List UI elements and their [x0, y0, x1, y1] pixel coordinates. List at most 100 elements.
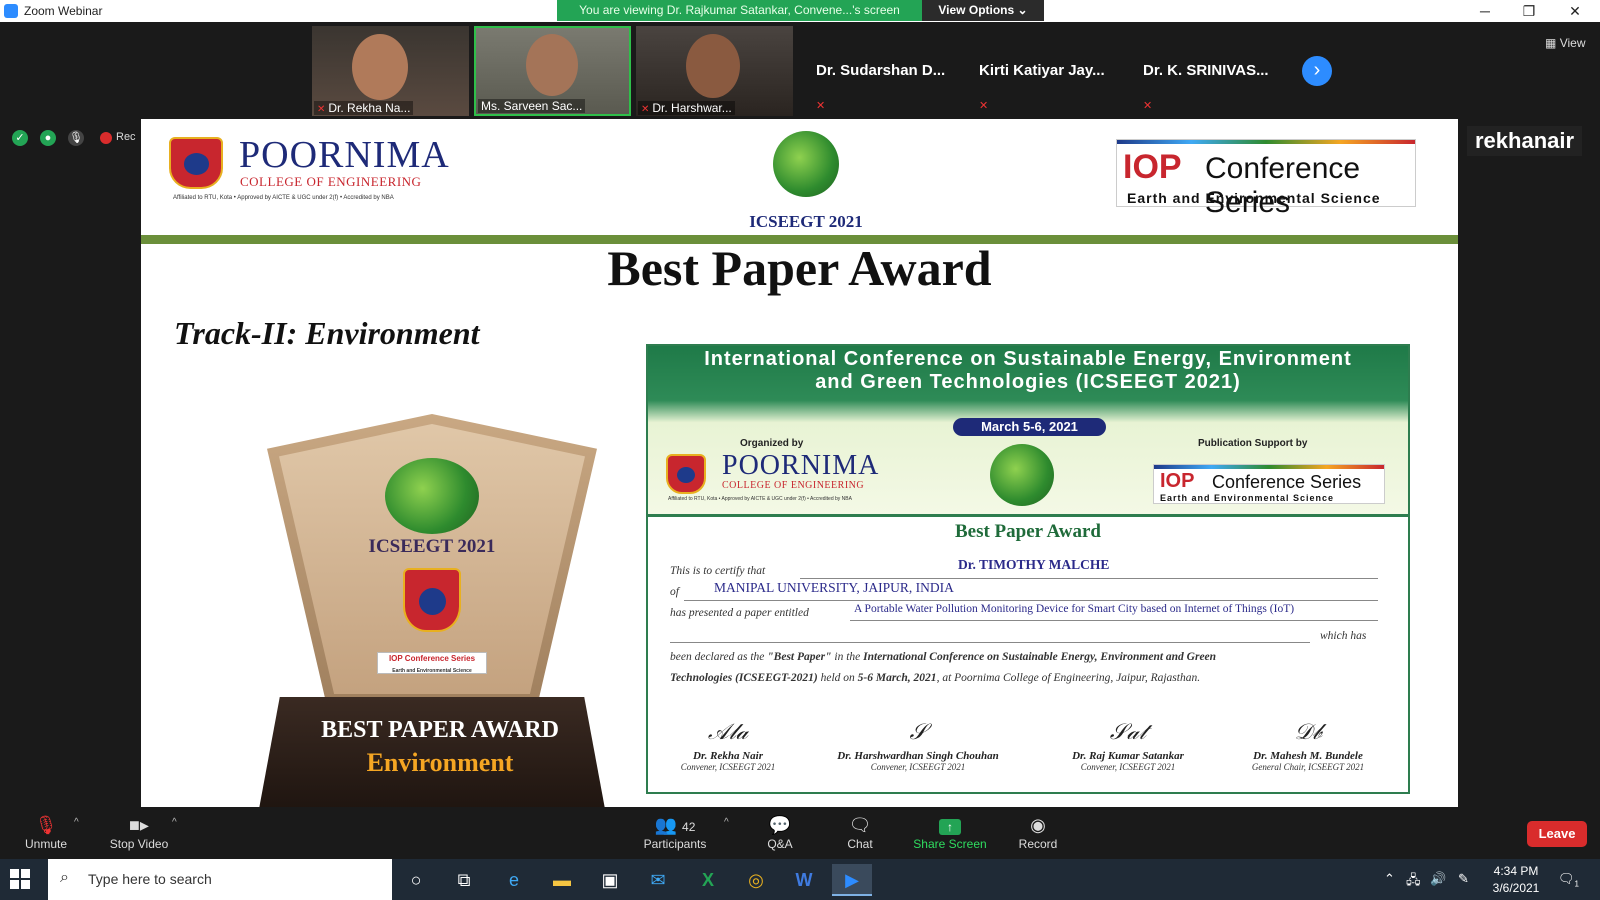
- muted-mic-icon: 🎙: [34, 815, 58, 835]
- college-affiliation: Affiliated to RTU, Kota • Approved by AI…: [173, 195, 394, 201]
- windows-start-icon[interactable]: [10, 869, 30, 889]
- leave-button[interactable]: Leave: [1527, 821, 1587, 847]
- participant-name: Kirti Katiyar Jay...: [979, 62, 1105, 79]
- college-name: POORNIMA: [239, 134, 450, 176]
- view-options-button[interactable]: View Options ⌄: [922, 0, 1044, 21]
- cortana-icon[interactable]: ○: [396, 864, 436, 896]
- microphone-icon[interactable]: 🎙: [68, 130, 84, 146]
- conference-short-name: ICSEEGT 2021: [749, 212, 863, 231]
- next-page-arrow-icon[interactable]: ›: [1302, 56, 1332, 86]
- trophy-image: ICSEEGT 2021 IOP Conference Series Earth …: [259, 414, 605, 807]
- declaration-line-2: Technologies (ICSEEGT-2021) held on 5-6 …: [670, 672, 1201, 684]
- word-icon[interactable]: W: [784, 864, 824, 896]
- record-button[interactable]: ◉ Record: [1018, 813, 1058, 851]
- windows-taskbar: ⌕ Type here to search ○ ⧉ e ▬ ▣ ✉ X ◎ W …: [0, 859, 1600, 900]
- search-placeholder: Type here to search: [88, 871, 212, 887]
- muted-mic-icon: ✕: [641, 104, 650, 115]
- store-icon[interactable]: ▣: [590, 864, 630, 896]
- volume-icon[interactable]: 🔊: [1430, 871, 1446, 887]
- certify-text: This is to certify that: [670, 565, 766, 577]
- video-options-caret[interactable]: ^: [172, 817, 177, 828]
- name-tile[interactable]: Kirti Katiyar Jay... ✕: [969, 26, 1126, 116]
- publication-support-label: Publication Support by: [1198, 438, 1308, 449]
- participant-name: Dr. K. SRINIVAS...: [1143, 62, 1269, 79]
- participant-count: 42: [682, 820, 696, 834]
- name-tile[interactable]: Dr. Sudarshan D... ✕: [806, 26, 963, 116]
- signature-image: 𝒮: [909, 720, 927, 745]
- edge-browser-icon[interactable]: e: [494, 864, 534, 896]
- participant-strip: [0, 22, 1600, 118]
- encryption-shield-icon[interactable]: ✓: [12, 130, 28, 146]
- poornima-crest-icon: [403, 568, 461, 632]
- tray-overflow-icon[interactable]: ⌃: [1384, 871, 1395, 887]
- window-title: Zoom Webinar: [24, 4, 103, 18]
- shared-screen: rekhanair POORNIMA COLLEGE OF ENGINEERIN…: [141, 119, 1458, 807]
- name-tile[interactable]: Dr. K. SRINIVAS... ✕: [1133, 26, 1290, 116]
- certificate-conference-name: International Conference on Sustainable …: [704, 348, 1352, 393]
- video-camera-icon: ■▸: [129, 815, 149, 835]
- stop-video-button[interactable]: ■▸ Stop Video: [104, 813, 174, 851]
- taskbar-clock[interactable]: 4:34 PM 3/6/2021: [1488, 863, 1544, 897]
- excel-icon[interactable]: X: [688, 864, 728, 896]
- close-button[interactable]: ✕: [1560, 2, 1590, 20]
- network-icon[interactable]: 🖧: [1406, 871, 1421, 893]
- muted-mic-icon: ✕: [1143, 100, 1153, 112]
- minimize-button[interactable]: ─: [1470, 2, 1500, 20]
- participants-button[interactable]: 👥 42 Participants: [640, 813, 710, 851]
- participants-options-caret[interactable]: ^: [724, 817, 729, 828]
- task-view-icon[interactable]: ⧉: [444, 864, 484, 896]
- signature-image: 𝒮𝒶𝓉: [1109, 720, 1147, 745]
- paper-title: A Portable Water Pollution Monitoring De…: [854, 603, 1295, 615]
- restore-button[interactable]: ❐: [1514, 2, 1544, 20]
- signature-image: 𝒟𝒷: [1294, 720, 1322, 745]
- cert-college-name: POORNIMA: [722, 450, 880, 481]
- mail-icon[interactable]: ✉: [638, 864, 678, 896]
- recipient-name: Dr. TIMOTHY MALCHE: [958, 557, 1110, 572]
- view-options-label: View Options: [938, 3, 1015, 17]
- qa-icon: 💬: [768, 815, 792, 835]
- video-tile[interactable]: ✕ Dr. Rekha Na...: [312, 26, 469, 116]
- cert-iop-logo: IOP Conference Series Earth and Environm…: [1153, 464, 1385, 504]
- globe-logo-icon: [385, 458, 479, 534]
- which-has-text: which has: [1320, 630, 1367, 642]
- sharer-name-tag: rekhanair: [1467, 126, 1583, 156]
- pen-icon[interactable]: ✎: [1458, 871, 1469, 887]
- of-text: of: [670, 586, 679, 598]
- signature-block: 𝒟𝒷 Dr. Mahesh M. Bundele General Chair, …: [1218, 716, 1398, 772]
- participants-icon: 👥: [654, 815, 678, 835]
- signature-block: 𝒮 Dr. Harshwardhan Singh Chouhan Convene…: [828, 716, 1008, 772]
- recipient-institution: MANIPAL UNIVERSITY, JAIPUR, INDIA: [714, 580, 954, 595]
- search-icon: ⌕: [60, 869, 69, 886]
- poornima-crest-icon: [169, 137, 223, 189]
- trophy-iop-logo: IOP Conference Series Earth and Environme…: [377, 652, 487, 674]
- trophy-track-text: Environment: [366, 748, 514, 777]
- unmute-button[interactable]: 🎙 Unmute: [20, 813, 72, 851]
- participant-video: [352, 34, 408, 100]
- cert-college-subtitle: COLLEGE OF ENGINEERING: [722, 480, 865, 491]
- view-layout-button[interactable]: ▦ View: [1545, 36, 1585, 50]
- trophy-conference-name: ICSEEGT 2021: [368, 536, 496, 557]
- signature-block: 𝒜𝓁𝒶 Dr. Rekha Nair Convener, ICSEEGT 202…: [648, 716, 818, 772]
- audio-options-caret[interactable]: ^: [74, 817, 79, 828]
- qa-button[interactable]: 💬 Q&A: [760, 813, 800, 851]
- connection-status-icon[interactable]: ●: [40, 130, 56, 146]
- share-screen-button[interactable]: ↑ Share Screen: [910, 813, 990, 851]
- presented-text: has presented a paper entitled: [670, 607, 809, 619]
- recording-dot-icon: [100, 132, 112, 144]
- chat-button[interactable]: 🗨 Chat: [840, 813, 880, 851]
- globe-logo-icon: [773, 131, 839, 197]
- chevron-down-icon: ⌄: [1017, 3, 1028, 17]
- taskbar-search-input[interactable]: ⌕ Type here to search: [48, 859, 392, 900]
- signature-block: 𝒮𝒶𝓉 Dr. Raj Kumar Satankar Convener, ICS…: [1038, 716, 1218, 772]
- certificate-date-pill: March 5-6, 2021: [953, 418, 1106, 436]
- declaration-line-1: been declared as the "Best Paper" in the…: [670, 651, 1217, 663]
- muted-mic-icon: ✕: [979, 100, 989, 112]
- chrome-icon[interactable]: ◎: [736, 864, 776, 896]
- certificate-heading: Best Paper Award: [954, 521, 1101, 542]
- organized-by-label: Organized by: [740, 438, 804, 449]
- notifications-icon[interactable]: 🗨1: [1558, 871, 1579, 889]
- file-explorer-icon[interactable]: ▬: [542, 864, 582, 896]
- video-tile-active-speaker[interactable]: Ms. Sarveen Sac...: [474, 26, 631, 116]
- video-tile[interactable]: ✕ Dr. Harshwar...: [636, 26, 793, 116]
- zoom-taskbar-icon[interactable]: ▶: [832, 864, 872, 896]
